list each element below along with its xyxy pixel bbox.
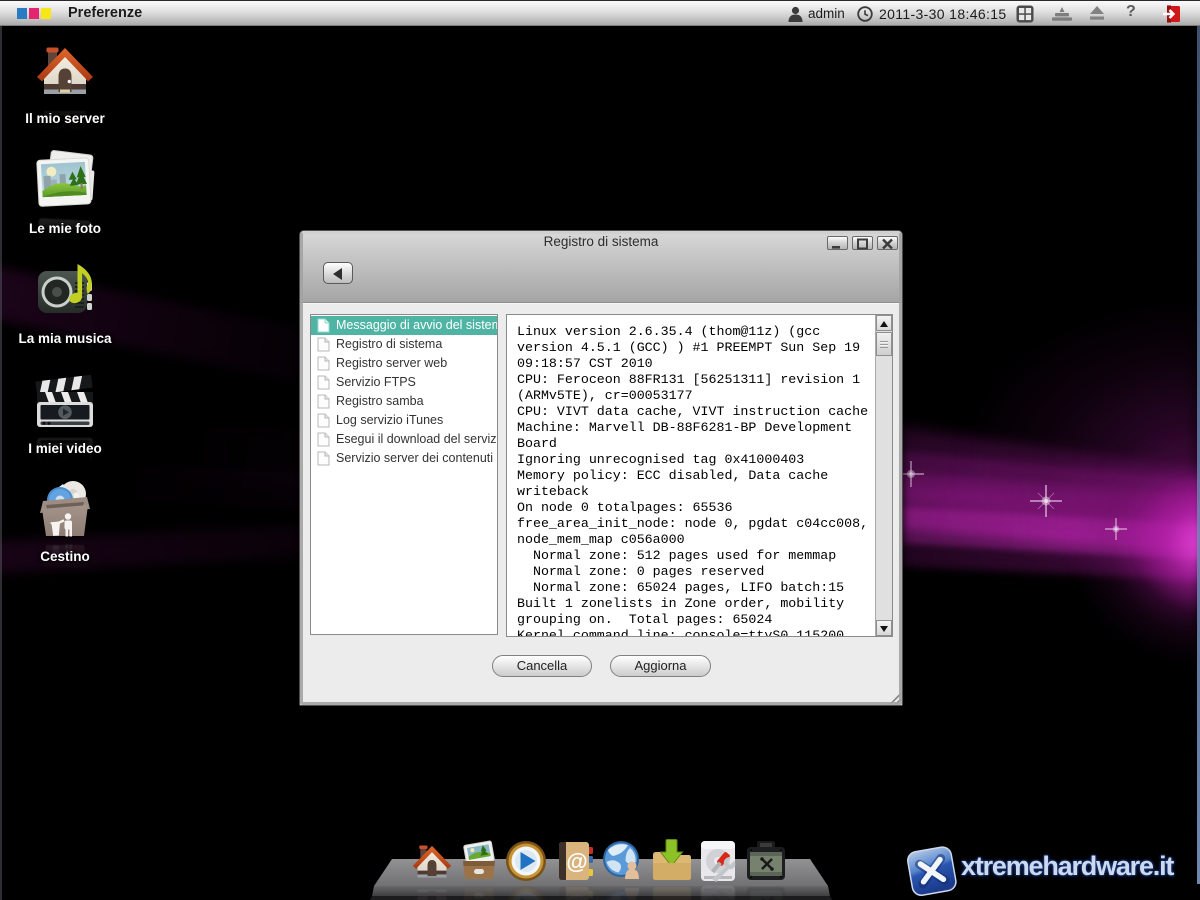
svg-text:@: @ <box>566 893 587 900</box>
svg-text:@: @ <box>566 849 587 874</box>
